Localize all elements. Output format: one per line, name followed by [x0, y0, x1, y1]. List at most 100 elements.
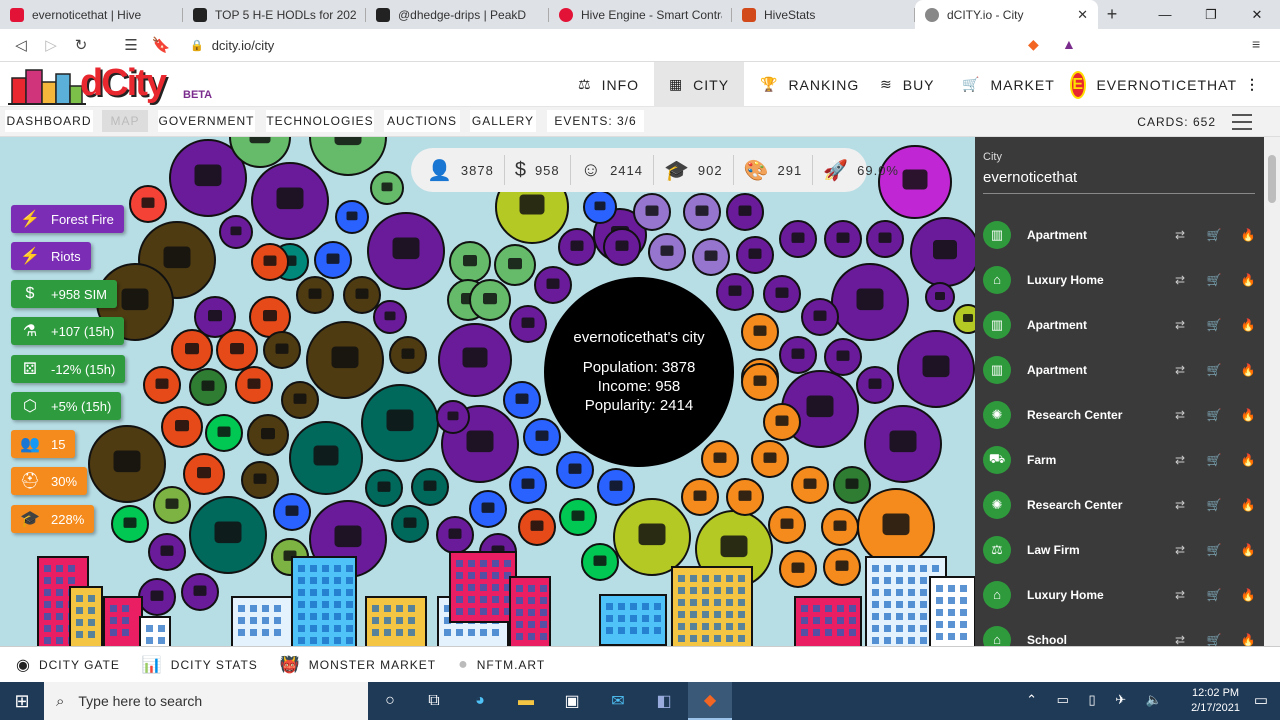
submenu-government[interactable]: GOVERNMENT	[158, 110, 255, 132]
app-icon[interactable]: ◧	[642, 682, 686, 720]
cart-icon[interactable]: 🛒	[1197, 363, 1231, 377]
maximize-icon[interactable]: ❐	[1188, 0, 1234, 29]
nav-city[interactable]: ▦ CITY	[654, 62, 744, 107]
brave-shield-icon[interactable]: ◆	[1028, 36, 1039, 53]
burn-icon[interactable]: 🔥	[1231, 633, 1265, 647]
hamburger-menu-icon[interactable]	[1232, 114, 1252, 130]
burn-icon[interactable]: 🔥	[1231, 588, 1265, 602]
windows-start-icon[interactable]: ⊞	[0, 682, 44, 720]
taskbar-search[interactable]: ⌕ Type here to search	[44, 682, 368, 720]
burn-icon[interactable]: 🔥	[1231, 453, 1265, 467]
event-sim-income[interactable]: $ +958 SIM	[11, 280, 118, 308]
new-tab-button[interactable]: +	[1098, 0, 1126, 29]
burn-icon[interactable]: 🔥	[1231, 498, 1265, 512]
burn-icon[interactable]: 🔥	[1231, 543, 1265, 557]
cart-icon[interactable]: 🛒	[1197, 318, 1231, 332]
minimize-icon[interactable]: —	[1142, 0, 1188, 29]
dcity-logo[interactable]: dCity BETA	[8, 62, 218, 106]
taskbar-clock[interactable]: 12:02 PM 2/17/2021	[1191, 686, 1240, 716]
kebab-menu-icon[interactable]: ⋮	[1245, 76, 1260, 93]
brave-rewards-icon[interactable]: ▲	[1062, 36, 1076, 52]
nav-ranking[interactable]: 🏆 RANKING	[760, 62, 860, 107]
cart-icon[interactable]: 🛒	[1197, 543, 1231, 557]
event-d20[interactable]: ⬡ +5% (15h)	[11, 392, 122, 420]
edge-icon[interactable]: ◕	[458, 682, 502, 720]
browser-tab[interactable]: TOP 5 H-E HODLs for 2021 -	[183, 0, 366, 29]
scrollbar-thumb[interactable]	[1268, 155, 1276, 203]
browser-tab[interactable]: HiveStats	[732, 0, 915, 29]
submenu-technologies[interactable]: TECHNOLOGIES	[266, 110, 374, 132]
cart-icon[interactable]: 🛒	[1197, 273, 1231, 287]
panel-city-value[interactable]: evernoticethat	[983, 169, 1077, 186]
building-row[interactable]: ⚖ Law Firm ⇄ 🛒 🔥	[975, 527, 1265, 572]
back-icon[interactable]: ◁	[6, 36, 36, 54]
reader-icon[interactable]: ☰	[116, 36, 146, 54]
footer-dcity-stats[interactable]: 📊 DCITY STATS	[142, 655, 258, 675]
brave-taskbar-icon[interactable]: ◆	[688, 682, 732, 720]
task-view-icon[interactable]: ⧉	[412, 682, 456, 720]
transfer-icon[interactable]: ⇄	[1163, 498, 1197, 512]
browser-menu-icon[interactable]: ≡	[1252, 36, 1260, 52]
building-row[interactable]: ✺ Research Center ⇄ 🛒 🔥	[975, 392, 1265, 437]
building-row[interactable]: ⛟ Farm ⇄ 🛒 🔥	[975, 437, 1265, 482]
event-users[interactable]: 👥 15	[11, 430, 76, 458]
transfer-icon[interactable]: ⇄	[1163, 453, 1197, 467]
event-research[interactable]: ⚗ +107 (15h)	[11, 317, 125, 345]
building-row[interactable]: ▥ Apartment ⇄ 🛒 🔥	[975, 302, 1265, 347]
nav-market[interactable]: 🛒 MARKET	[962, 62, 1054, 107]
event-education[interactable]: 🎓 228%	[11, 505, 95, 533]
user-menu[interactable]: E EVERNOTICETHAT ⋮	[1070, 62, 1260, 107]
transfer-icon[interactable]: ⇄	[1163, 363, 1197, 377]
footer-monster-market[interactable]: 👹 MONSTER MARKET	[280, 655, 436, 675]
browser-tab[interactable]: @dhedge-drips | PeakD	[366, 0, 549, 29]
burn-icon[interactable]: 🔥	[1231, 228, 1265, 242]
close-tab-icon[interactable]: ✕	[1077, 7, 1088, 23]
building-row[interactable]: ⌂ School ⇄ 🛒 🔥	[975, 617, 1265, 646]
submenu-gallery[interactable]: GALLERY	[470, 110, 536, 132]
transfer-icon[interactable]: ⇄	[1163, 228, 1197, 242]
transfer-icon[interactable]: ⇄	[1163, 543, 1197, 557]
system-tray[interactable]: ⌃ ▭ ▯ ✈ 🔈	[1026, 692, 1170, 708]
notification-icon[interactable]: ▭	[1254, 691, 1268, 709]
nav-info[interactable]: ⚖ INFO	[578, 62, 654, 107]
store-icon[interactable]: ▣	[550, 682, 594, 720]
event-forest-fire[interactable]: ⚡ Forest Fire	[11, 205, 124, 233]
url-field[interactable]: 🔒 dcity.io/city	[190, 33, 1020, 58]
cart-icon[interactable]: 🛒	[1197, 408, 1231, 422]
building-row[interactable]: ✺ Research Center ⇄ 🛒 🔥	[975, 482, 1265, 527]
browser-tab[interactable]: evernoticethat | Hive	[0, 0, 183, 29]
cart-icon[interactable]: 🛒	[1197, 228, 1231, 242]
building-row[interactable]: ▥ Apartment ⇄ 🛒 🔥	[975, 212, 1265, 257]
bookmark-icon[interactable]: 🔖	[146, 36, 176, 54]
reload-icon[interactable]: ↻	[66, 36, 96, 54]
forward-icon[interactable]: ▷	[36, 36, 66, 54]
browser-tab-active[interactable]: dCITY.io - City ✕	[915, 0, 1098, 29]
event-workers[interactable]: ⛑ 30%	[11, 467, 88, 495]
transfer-icon[interactable]: ⇄	[1163, 633, 1197, 647]
transfer-icon[interactable]: ⇄	[1163, 588, 1197, 602]
cart-icon[interactable]: 🛒	[1197, 498, 1231, 512]
transfer-icon[interactable]: ⇄	[1163, 408, 1197, 422]
submenu-dashboard[interactable]: DASHBOARD	[5, 110, 93, 132]
panel-scrollbar[interactable]	[1264, 137, 1280, 646]
close-window-icon[interactable]: ✕	[1234, 0, 1280, 29]
transfer-icon[interactable]: ⇄	[1163, 273, 1197, 287]
building-row[interactable]: ⌂ Luxury Home ⇄ 🛒 🔥	[975, 572, 1265, 617]
browser-tab[interactable]: Hive Engine - Smart Contrac	[549, 0, 732, 29]
mail-icon[interactable]: ✉	[596, 682, 640, 720]
burn-icon[interactable]: 🔥	[1231, 363, 1265, 377]
burn-icon[interactable]: 🔥	[1231, 318, 1265, 332]
cortana-icon[interactable]: ○	[368, 682, 412, 720]
event-dice[interactable]: ⚄ -12% (15h)	[11, 355, 126, 383]
event-riots[interactable]: ⚡ Riots	[11, 242, 91, 270]
footer-nftm-art[interactable]: ● NFTM.ART	[458, 656, 545, 674]
burn-icon[interactable]: 🔥	[1231, 273, 1265, 287]
city-map[interactable]: 👤 3878 $958 ☺ 2414 🎓 902 🎨 291 🚀 69.0% everno…	[0, 137, 975, 646]
transfer-icon[interactable]: ⇄	[1163, 318, 1197, 332]
nav-buy[interactable]: ≋ BUY	[880, 62, 940, 107]
file-explorer-icon[interactable]: ▬	[504, 682, 548, 720]
burn-icon[interactable]: 🔥	[1231, 408, 1265, 422]
cart-icon[interactable]: 🛒	[1197, 633, 1231, 647]
building-row[interactable]: ⌂ Luxury Home ⇄ 🛒 🔥	[975, 257, 1265, 302]
cart-icon[interactable]: 🛒	[1197, 453, 1231, 467]
